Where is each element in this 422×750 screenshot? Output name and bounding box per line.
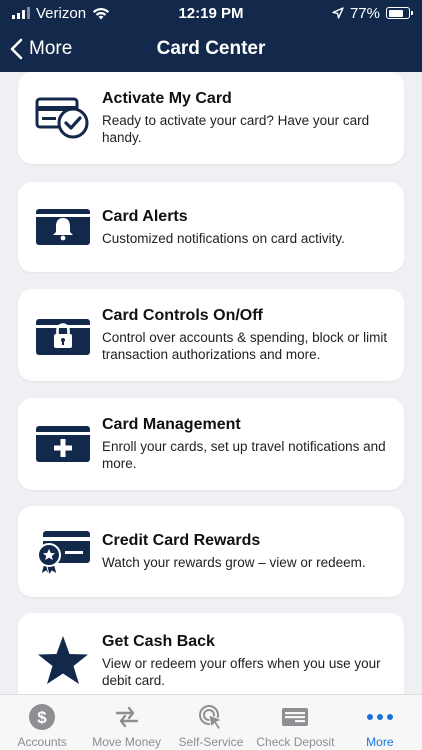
card-description: Enroll your cards, set up travel notific… [102,439,386,471]
tab-label: Move Money [92,735,161,749]
card-title: Card Controls On/Off [102,307,263,324]
card-title: Card Management [102,416,241,433]
tab-label: Check Deposit [256,735,335,749]
card-title: Get Cash Back [102,633,215,650]
card-check-icon [35,95,91,141]
card-card-management[interactable]: Card Management Enroll your cards, set u… [18,398,404,490]
card-title: Card Alerts [102,207,188,225]
card-description: Watch your rewards grow – view or redeem… [102,555,366,570]
ellipsis-icon [366,714,393,720]
pointer-click-icon [199,705,224,731]
chevron-left-icon [10,38,23,60]
svg-text:$: $ [37,708,47,727]
card-activate-my-card[interactable]: Activate My Card Ready to activate your … [18,72,404,164]
wifi-icon [92,7,110,19]
card-title: Activate My Card [102,90,232,107]
card-card-alerts[interactable]: Card Alerts Customized notifications on … [18,182,404,272]
battery-percent: 77% [349,4,380,22]
card-title: Credit Card Rewards [102,532,261,549]
tab-label: More [366,735,394,749]
card-card-controls[interactable]: Card Controls On/Off Control over accoun… [18,289,404,381]
check-icon [282,708,309,726]
card-bell-icon [35,204,91,250]
carrier-label: Verizon [36,4,87,22]
card-lock-icon [35,312,91,358]
card-get-cash-back[interactable]: Get Cash Back View or redeem your offers… [18,613,404,694]
tab-self-service[interactable]: Self-Service [169,695,253,750]
card-ribbon-icon [35,529,91,575]
card-description: View or redeem your offers when you use … [102,656,381,688]
transfer-arrows-icon [115,706,138,728]
card-plus-icon [35,421,91,467]
page-title: Card Center [156,38,266,59]
dollar-icon: $ [29,704,56,730]
card-credit-card-rewards[interactable]: Credit Card Rewards Watch your rewards g… [18,506,404,597]
back-label: More [29,38,73,59]
tab-label: Self-Service [178,735,244,749]
location-arrow-icon [332,7,344,19]
card-description: Control over accounts & spending, block … [102,330,388,362]
card-center-list: Activate My Card Ready to activate your … [0,72,422,694]
navigation-bar: More Card Center [0,26,422,72]
tab-bar: $ Accounts Move Money Self-Service Check… [0,694,422,750]
star-icon [35,633,91,691]
cell-signal-icon [12,7,30,19]
tab-move-money[interactable]: Move Money [84,695,168,750]
status-bar: Verizon 12:19 PM 77% [0,0,422,26]
card-description: Ready to activate your card? Have your c… [102,113,370,145]
battery-icon [386,7,413,19]
card-description: Customized notifications on card activit… [102,230,345,246]
back-button[interactable]: More [10,26,72,72]
tab-label: Accounts [17,735,67,749]
tab-check-deposit[interactable]: Check Deposit [253,695,337,750]
tab-accounts[interactable]: $ Accounts [0,695,84,750]
tab-more[interactable]: More [338,695,422,750]
